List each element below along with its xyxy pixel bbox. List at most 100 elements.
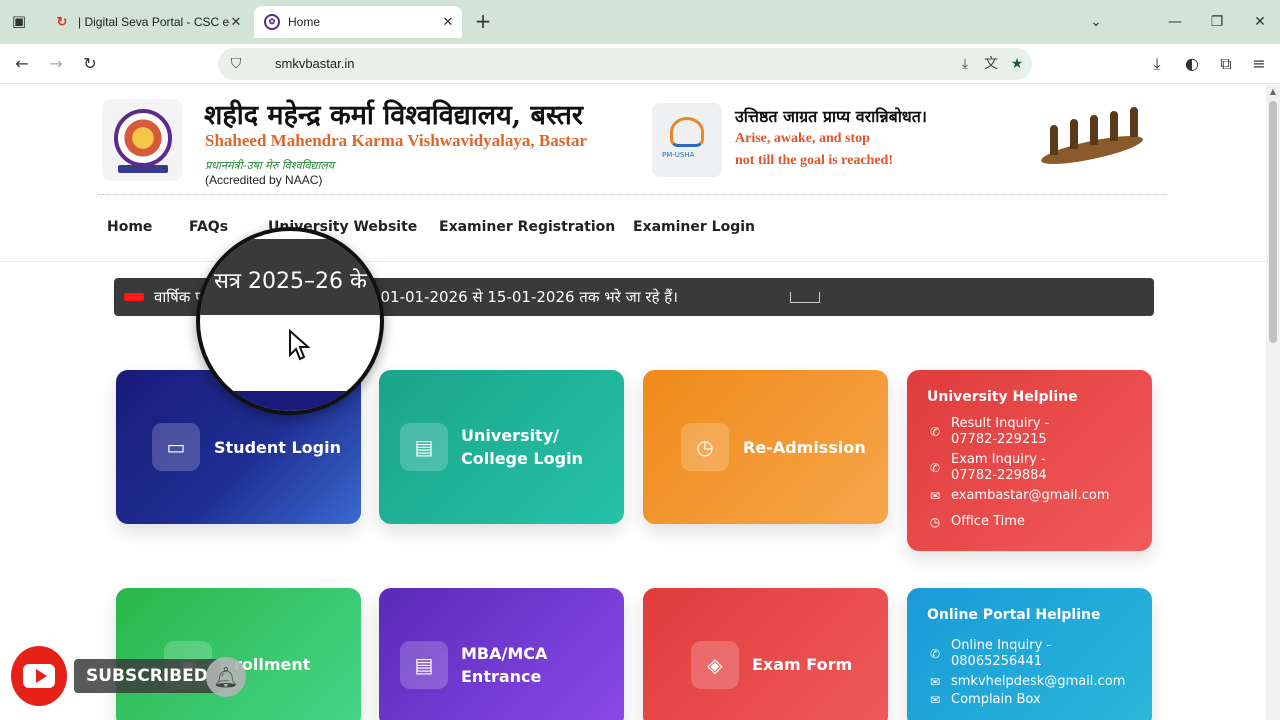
building-icon: ▤ xyxy=(400,423,448,471)
translate-icon[interactable]: 文 xyxy=(981,54,1001,74)
dancer-figure xyxy=(1070,119,1078,149)
nav-faqs[interactable]: FAQs xyxy=(189,219,228,235)
profile-icon[interactable]: ◐ xyxy=(1180,52,1204,76)
card-label-line1: University/ xyxy=(461,426,559,445)
extensions-icon[interactable]: ⧉ xyxy=(1214,52,1238,76)
tab-title: Home xyxy=(288,15,321,29)
scrollbar-thumb[interactable] xyxy=(1269,101,1277,343)
ticker-text-start: वार्षिक प xyxy=(154,288,204,306)
dancer-figure xyxy=(1090,115,1098,145)
logo-ribbon xyxy=(118,165,168,173)
close-tab-icon[interactable]: ✕ xyxy=(228,6,244,38)
downloads-icon[interactable]: ⤓ xyxy=(1145,52,1169,76)
tab-search-icon[interactable]: ▣ xyxy=(8,10,30,32)
mail-icon: ✉ xyxy=(929,693,941,707)
youtube-logo-icon xyxy=(8,643,70,709)
menu-icon[interactable]: ≡ xyxy=(1247,52,1271,76)
bell-icon: 🔔︎ xyxy=(206,657,246,697)
page-content: शहीद महेन्द्र कर्मा विश्वविद्यालय, बस्तर… xyxy=(0,85,1266,720)
mouse-pointer-icon xyxy=(289,329,311,361)
mail-icon: ✉ xyxy=(929,675,941,689)
restore-icon[interactable]: ❐ xyxy=(1205,10,1229,34)
phone-icon: ✆ xyxy=(929,425,941,439)
university-logo xyxy=(102,99,182,181)
site-subtitle-hindi: प्रधानमंत्री-उषा मेरु विश्वविद्यालय xyxy=(205,159,335,172)
close-tab-icon[interactable]: ✕ xyxy=(440,6,456,38)
cursor-magnifier: सत्र 2025–26 के xyxy=(196,227,384,415)
exam-inquiry-phone: 07782-229884 xyxy=(951,468,1047,483)
accreditation-text: (Accredited by NAAC) xyxy=(205,173,323,187)
dancer-figure xyxy=(1110,111,1118,141)
online-inquiry-label: Online Inquiry - xyxy=(951,638,1052,653)
phone-icon: ✆ xyxy=(929,647,941,661)
nav-divider xyxy=(0,261,1266,262)
result-inquiry-phone: 07782-229215 xyxy=(951,432,1047,447)
page-scrollbar[interactable]: ▲ xyxy=(1266,85,1280,720)
helpline-title: Online Portal Helpline xyxy=(927,607,1101,623)
install-app-icon[interactable]: ⤓ xyxy=(955,54,975,74)
layers-icon: ◈ xyxy=(691,641,739,689)
helpline-email: exambastar@gmail.com xyxy=(951,488,1110,503)
logo-emblem xyxy=(114,109,172,167)
laptop-icon: ▭ xyxy=(152,423,200,471)
forward-icon[interactable]: → xyxy=(44,52,68,76)
tab-home[interactable]: ✿ Home ✕ xyxy=(254,6,462,38)
site-title-hindi: शहीद महेन्द्र कर्मा विश्वविद्यालय, बस्तर xyxy=(204,100,583,131)
browser-tab-strip: ▣ ↻ | Digital Seva Portal - CSC e-Gov ✕ … xyxy=(0,0,1280,44)
address-bar[interactable]: ⛉ smkvbastar.in ⤓ 文 ★ xyxy=(218,48,1032,80)
card-label: Re-Admission xyxy=(743,438,866,457)
ticker-blank-box xyxy=(790,292,820,303)
exam-form-card[interactable]: ◈ Exam Form xyxy=(643,588,888,720)
university-helpline-card: University Helpline ✆ Result Inquiry - 0… xyxy=(907,370,1152,551)
tab-digital-seva[interactable]: ↻ | Digital Seva Portal - CSC e-Gov ✕ xyxy=(44,6,250,38)
card-label: Exam Form xyxy=(752,655,853,674)
phone-icon: ✆ xyxy=(929,461,941,475)
office-time-label: Office Time xyxy=(951,514,1025,529)
nav-home[interactable]: Home xyxy=(107,219,152,235)
nav-examiner-login[interactable]: Examiner Login xyxy=(633,219,755,235)
site-title-english: Shaheed Mahendra Karma Vishwavidyalaya, … xyxy=(205,131,588,150)
new-tab-icon[interactable]: + xyxy=(472,10,494,32)
online-portal-helpline-card: Online Portal Helpline ✆ Online Inquiry … xyxy=(907,588,1152,720)
bookmark-star-icon[interactable]: ★ xyxy=(1007,54,1027,74)
helpdesk-email: smkvhelpdesk@gmail.com xyxy=(951,674,1126,689)
dancer-figure xyxy=(1050,125,1058,155)
complain-box-label: Complain Box xyxy=(951,692,1041,707)
url-text[interactable]: smkvbastar.in xyxy=(275,48,354,80)
browser-toolbar: ← → ↻ ⛉ smkvbastar.in ⤓ 文 ★ ⤓ ◐ ⧉ ≡ xyxy=(0,44,1280,84)
subscribed-badge: SUBSCRIBED xyxy=(74,659,220,693)
clock-icon: ◷ xyxy=(681,423,729,471)
card-label-line2: Entrance xyxy=(461,667,542,686)
card-label: Student Login xyxy=(214,438,341,457)
readmission-card[interactable]: ◷ Re-Admission xyxy=(643,370,888,524)
tab-dropdown-icon[interactable]: ⌄ xyxy=(1084,10,1108,34)
new-flag-icon xyxy=(124,293,144,301)
header-divider xyxy=(98,194,1168,195)
pm-usha-emblem xyxy=(670,117,704,147)
minimize-icon[interactable]: — xyxy=(1163,10,1187,34)
magnified-ticker-text: सत्र 2025–26 के xyxy=(214,269,367,294)
building-icon: ▤ xyxy=(400,641,448,689)
pm-usha-logo: PM-USHA xyxy=(652,103,722,177)
back-icon[interactable]: ← xyxy=(10,52,34,76)
motto-hindi: उत्तिष्ठत जाग्रत प्राप्य वरान्निबोधत। xyxy=(735,107,927,126)
tab-title: | Digital Seva Portal - CSC e-Gov xyxy=(78,15,230,29)
result-inquiry-label: Result Inquiry - xyxy=(951,416,1050,431)
online-inquiry-phone: 08065256441 xyxy=(951,654,1042,669)
youtube-subscribe-overlay: SUBSCRIBED 🔔︎ xyxy=(8,643,258,709)
exam-inquiry-label: Exam Inquiry - xyxy=(951,452,1046,467)
youtube-play-icon xyxy=(36,669,47,683)
clock-icon: ◷ xyxy=(929,515,941,529)
mba-mca-entrance-card[interactable]: ▤ MBA/MCA Entrance xyxy=(379,588,624,720)
motto-english-line2: not till the goal is reached! xyxy=(735,153,894,168)
mail-icon: ✉ xyxy=(929,489,941,503)
university-college-login-card[interactable]: ▤ University/ College Login xyxy=(379,370,624,524)
reload-icon[interactable]: ↻ xyxy=(78,52,102,76)
close-window-icon[interactable]: ✕ xyxy=(1248,10,1272,34)
helpline-title: University Helpline xyxy=(927,389,1078,405)
scroll-up-icon[interactable]: ▲ xyxy=(1268,87,1278,97)
card-label-line2: College Login xyxy=(461,449,583,468)
dancer-figure xyxy=(1130,107,1138,137)
site-info-icon[interactable]: ⛉ xyxy=(226,54,246,74)
nav-examiner-registration[interactable]: Examiner Registration xyxy=(439,219,615,235)
